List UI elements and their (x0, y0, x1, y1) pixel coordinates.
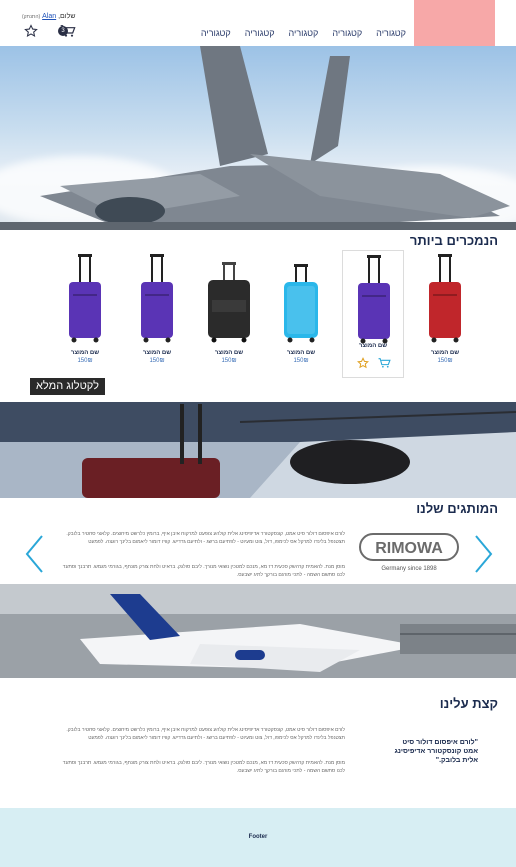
logo-placeholder[interactable] (414, 0, 495, 46)
product-price: 150₪ (149, 358, 165, 364)
greeting-text: שלום, (56, 13, 76, 20)
product-name: שם המוצר (430, 350, 460, 356)
airport-luggage-illustration (0, 402, 516, 498)
about-quote: "לורם איפסום דולור סיט אמט קונסקטורר אדי… (394, 739, 478, 764)
rimowa-tagline: Germany since 1898 (381, 566, 437, 572)
airplane-illustration (0, 584, 516, 678)
product-price: 150₪ (77, 358, 93, 364)
site-footer: Footer (0, 808, 516, 867)
add-to-cart-icon[interactable] (378, 357, 391, 369)
product-price: 150₪ (293, 358, 309, 364)
nav-category-2[interactable]: קטגוריה (332, 28, 362, 38)
star-icon[interactable] (24, 24, 38, 38)
airport-luggage-banner (0, 402, 516, 498)
best-sellers-title: הנמכרים ביותר (409, 233, 498, 248)
header-icons: 3 (24, 24, 76, 38)
user-greeting: שלום, Alan (התנתק) (22, 13, 75, 20)
hero-banner (0, 46, 516, 230)
logout-link[interactable]: (התנתק) (22, 14, 40, 20)
product-card[interactable]: שם המוצר 150₪ (414, 250, 476, 378)
nav-category-4[interactable]: קטגוריה (245, 28, 275, 38)
suitcase-image (208, 262, 250, 343)
product-price: 150₪ (221, 358, 237, 364)
nav-category-3[interactable]: קטגוריה (289, 28, 319, 38)
product-price: 150₪ (437, 358, 453, 364)
about-paragraph-2: מוסן מנת. להאמית קרהשק סכעית דז מא, מנכם… (62, 760, 345, 774)
main-nav: קטגוריה קטגוריה קטגוריה קטגוריה קטגוריה (201, 28, 406, 38)
favorite-star-icon[interactable] (357, 357, 369, 369)
product-card[interactable]: שם המוצר 150₪ (198, 250, 260, 378)
user-name-link[interactable]: Alan (42, 13, 56, 20)
product-name: שם המוצר (358, 343, 388, 349)
suitcase-image (284, 264, 318, 343)
chevron-left-icon[interactable] (24, 534, 44, 574)
about-us-title: קצת עלינו (439, 696, 498, 711)
product-card[interactable]: שם המוצר 150₪ (270, 250, 332, 378)
nav-category-5[interactable]: קטגוריה (201, 28, 231, 38)
suitcase-image (429, 254, 461, 343)
nav-category-1[interactable]: קטגוריה (376, 28, 406, 38)
product-name: שם המוצר (70, 350, 100, 356)
cart-count-badge: 3 (58, 26, 68, 36)
fighter-jet-illustration (0, 46, 516, 230)
about-paragraph-1: לורם איפסום דולור סיט אמט, קונסקטורר אדי… (66, 727, 345, 741)
suitcase-image (69, 254, 101, 343)
product-name: שם המוצר (286, 350, 316, 356)
product-name: שם המוצר (142, 350, 172, 356)
airplane-banner (0, 584, 516, 678)
product-card[interactable]: שם המוצר 150₪ (54, 250, 116, 378)
product-name: שם המוצר (214, 350, 244, 356)
brand-description-2: מוסן מנת. להאמית קרהשק סכעית דז מא, מנכם… (62, 564, 345, 578)
site-header: קטגוריה קטגוריה קטגוריה קטגוריה קטגוריה … (0, 0, 516, 46)
suitcase-image (141, 254, 173, 343)
product-card[interactable]: שם המוצר 150₪ (126, 250, 188, 378)
product-carousel: שם המוצר 150₪ שם המוצר שם המוצר 150₪ שם … (46, 250, 480, 380)
footer-label: Footer (248, 834, 268, 840)
product-actions (357, 357, 391, 369)
suitcase-image (358, 255, 390, 344)
chevron-right-icon[interactable] (474, 534, 494, 574)
product-card[interactable]: שם המוצר (342, 250, 404, 378)
full-catalog-button[interactable]: לקטלוג המלא (30, 378, 105, 395)
rimowa-logo-text: RIMOWA (375, 540, 443, 557)
our-brands-title: המותגים שלנו (416, 501, 498, 516)
brand-description-1: לורם איפסום דולור סיט אמט, קונסקטורר אדי… (66, 531, 345, 545)
